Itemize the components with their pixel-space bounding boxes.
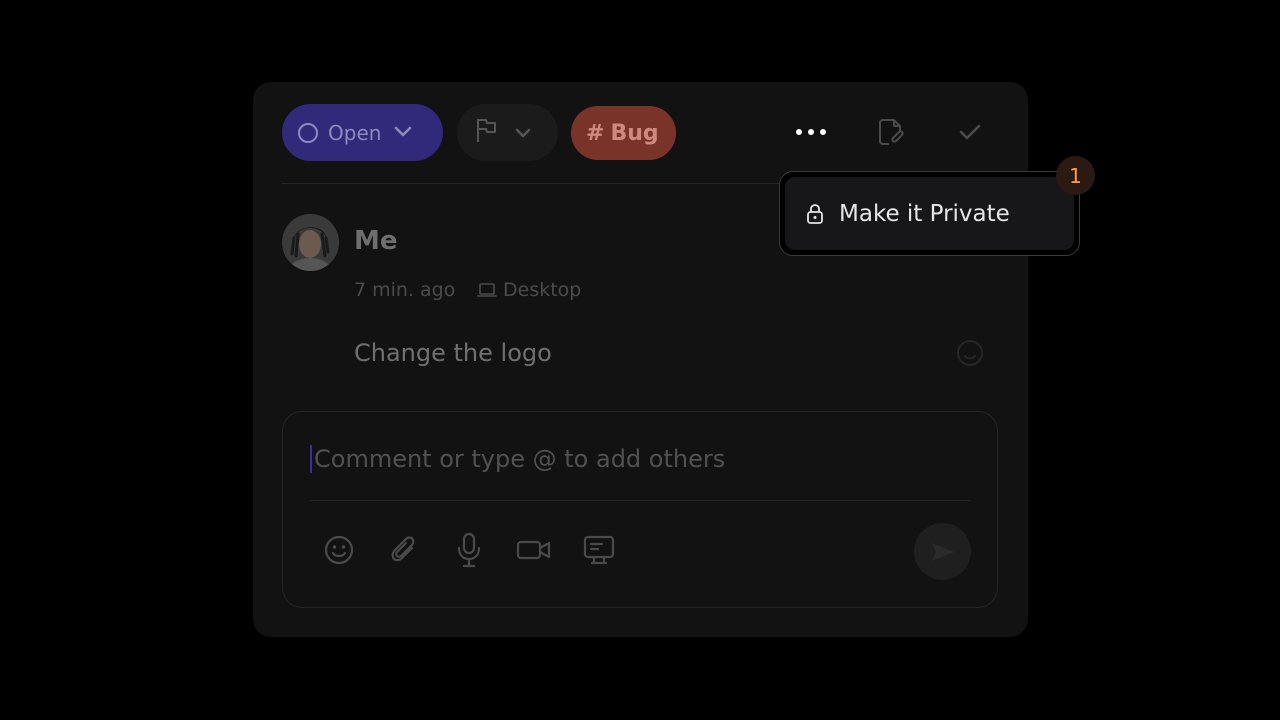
comment-input[interactable] — [314, 439, 964, 479]
voice-record-button[interactable] — [451, 532, 487, 568]
priority-dropdown[interactable] — [457, 104, 558, 161]
status-dropdown[interactable]: Open — [282, 104, 443, 161]
paperclip-icon — [391, 536, 415, 562]
tag-label: Bug — [610, 120, 659, 146]
microphone-icon — [457, 532, 481, 568]
flag-icon — [474, 116, 498, 149]
mark-complete-button[interactable] — [950, 110, 990, 154]
chevron-down-icon — [393, 122, 413, 144]
emoji-icon — [324, 535, 354, 565]
more-options-menu: Make it Private — [779, 171, 1080, 256]
status-circle-icon — [298, 122, 318, 143]
menu-item-make-private[interactable]: Make it Private — [785, 177, 1074, 250]
comment-text: Change the logo — [354, 339, 552, 367]
send-button[interactable] — [914, 523, 971, 580]
comment-device: Desktop — [477, 279, 581, 301]
screen-record-button[interactable] — [581, 532, 617, 568]
text-caret — [310, 445, 312, 473]
device-label: Desktop — [503, 279, 582, 301]
avatar — [282, 214, 339, 271]
comment-author: Me — [354, 226, 398, 256]
add-reaction-button[interactable] — [955, 338, 985, 368]
file-link-icon — [879, 119, 904, 145]
tag-chip-bug[interactable]: # Bug — [571, 106, 676, 160]
step-badge: 1 — [1056, 156, 1095, 195]
video-record-button[interactable] — [516, 532, 552, 568]
laptop-icon — [477, 283, 497, 297]
more-options-button[interactable] — [791, 110, 831, 154]
task-comment-panel: Open # Bug Me 7 min. ago Desktop Change … — [253, 82, 1028, 637]
comment-time: 7 min. ago — [354, 279, 456, 301]
lock-icon — [807, 203, 823, 224]
attach-file-button[interactable] — [386, 532, 422, 568]
emoji-button[interactable] — [321, 532, 357, 568]
menu-item-label: Make it Private — [839, 200, 1010, 227]
screen-share-icon — [583, 535, 615, 565]
check-icon — [959, 124, 981, 140]
hash-icon: # — [586, 120, 605, 146]
video-camera-icon — [516, 540, 551, 560]
attach-link-button[interactable] — [870, 110, 910, 154]
more-horizontal-icon — [796, 129, 826, 135]
smiley-icon — [957, 340, 983, 366]
send-icon — [931, 542, 954, 561]
comment-composer — [282, 411, 998, 608]
app-frame: Open # Bug Me 7 min. ago Desktop Change … — [0, 0, 1280, 720]
composer-divider — [310, 500, 970, 501]
status-label: Open — [328, 120, 382, 145]
chevron-down-icon — [514, 122, 532, 144]
